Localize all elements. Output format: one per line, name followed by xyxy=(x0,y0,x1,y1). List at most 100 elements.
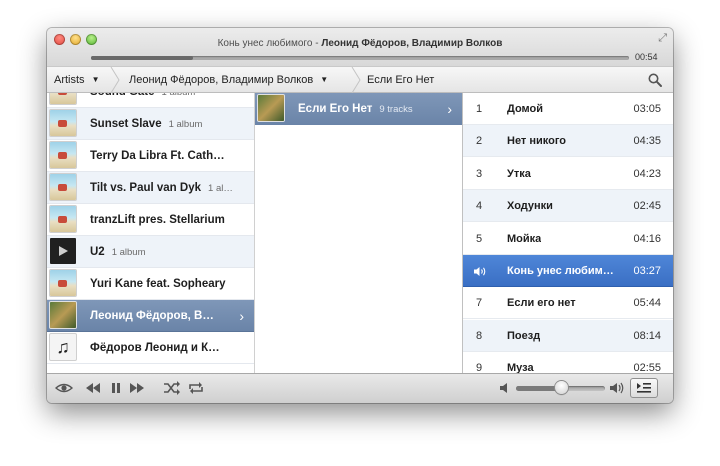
track-title: Мойка xyxy=(507,233,542,245)
volume-slider[interactable] xyxy=(516,381,605,394)
breadcrumb-artist[interactable]: Леонид Фёдоров, Владимир Волков ▼ xyxy=(129,67,328,93)
track-duration: 03:05 xyxy=(633,103,661,115)
artist-row[interactable]: ♫ Фёдоров Леонид и К… xyxy=(47,332,254,364)
artist-art xyxy=(50,110,76,136)
title-song: Конь унес любимого xyxy=(217,38,313,49)
artist-art xyxy=(50,206,76,232)
track-number: 5 xyxy=(476,233,483,245)
breadcrumb-separator xyxy=(351,67,361,93)
volume-low-icon[interactable] xyxy=(499,380,511,396)
track-number: 3 xyxy=(476,168,483,180)
search-icon[interactable] xyxy=(647,72,663,88)
artist-art xyxy=(50,270,76,296)
repeat-icon[interactable] xyxy=(187,380,205,396)
track-title: Если его нет xyxy=(507,297,576,309)
breadcrumb-separator xyxy=(110,67,120,93)
album-list[interactable]: Если Его Нет 9 tracks › xyxy=(255,93,463,373)
artist-row[interactable]: Tilt vs. Paul van Dyk 1 al… xyxy=(47,172,254,204)
artist-row[interactable]: Yuri Kane feat. Sopheary xyxy=(47,268,254,300)
artist-row[interactable]: tranzLift pres. Stellarium xyxy=(47,204,254,236)
track-number: 2 xyxy=(476,135,483,147)
track-row-playing[interactable]: Конь унес любим… 03:27 xyxy=(463,255,673,287)
queue-button[interactable] xyxy=(630,378,658,398)
track-duration: 02:45 xyxy=(633,200,661,212)
track-number: 4 xyxy=(476,200,483,212)
track-row[interactable]: 8 Поезд 08:14 xyxy=(463,320,673,352)
artist-row[interactable]: Sunset Slave 1 album xyxy=(47,108,254,140)
album-row-selected[interactable]: Если Его Нет 9 tracks › xyxy=(255,93,462,125)
artist-name: Yuri Kane feat. Sopheary xyxy=(90,278,226,290)
track-title: Конь унес любим… xyxy=(507,265,614,277)
shuffle-icon[interactable] xyxy=(163,380,181,396)
album-art xyxy=(258,95,284,121)
artist-album-count: 1 album xyxy=(111,247,146,258)
album-name: Если Его Нет 9 tracks xyxy=(298,103,413,115)
track-duration: 02:55 xyxy=(633,362,661,373)
breadcrumb: Artists ▼ Леонид Фёдоров, Владимир Волков… xyxy=(47,66,673,93)
artist-art: ♫ xyxy=(50,334,76,360)
chevron-down-icon: ▼ xyxy=(91,75,100,84)
artist-list[interactable]: Sound Gate1 album Sunset Slave1 album Terr… xyxy=(47,93,255,373)
forward-icon[interactable] xyxy=(129,380,145,396)
artist-album-count: 1 al… xyxy=(208,183,233,194)
track-list[interactable]: 1 Домой 03:05 2 Нет никого 04:35 3 Утка 04:23 4 Хо… xyxy=(463,93,673,373)
artist-album-count: 1 album xyxy=(168,119,203,130)
volume-fill xyxy=(516,386,561,391)
chevron-right-icon: › xyxy=(239,308,244,324)
track-number: 1 xyxy=(476,103,483,115)
artist-name: Tilt vs. Paul van Dyk 1 al… xyxy=(90,182,233,194)
artist-name: U2 1 album xyxy=(90,246,146,258)
track-duration: 08:14 xyxy=(633,330,661,342)
breadcrumb-artists[interactable]: Artists ▼ xyxy=(54,67,99,93)
track-row[interactable]: 5 Мойка 04:16 xyxy=(463,223,673,255)
artist-art xyxy=(50,142,76,168)
track-duration: 04:16 xyxy=(633,233,661,245)
title-bar: Конь унес любимого - Леонид Фёдоров, Вла… xyxy=(47,28,673,66)
album-track-count: 9 tracks xyxy=(379,104,413,115)
track-title: Нет никого xyxy=(507,135,567,147)
artist-art xyxy=(50,238,76,264)
title-artists: Леонид Фёдоров, Владимир Волков xyxy=(321,38,503,49)
artist-row[interactable]: Леонид Фёдоров, В… › xyxy=(47,300,254,332)
track-duration: 05:44 xyxy=(633,297,661,309)
artist-row[interactable]: Terry Da Libra Ft. Cath… xyxy=(47,140,254,172)
playback-controls xyxy=(47,373,673,403)
artist-row[interactable]: Sound Gate1 album xyxy=(47,93,254,108)
track-row[interactable]: 4 Ходунки 02:45 xyxy=(463,190,673,222)
elapsed-time: 00:54 xyxy=(635,52,658,62)
progress-fill xyxy=(91,56,194,60)
volume-high-icon[interactable] xyxy=(609,380,625,396)
fullscreen-icon[interactable]: ⤢ xyxy=(658,32,667,45)
track-number: 9 xyxy=(476,362,483,373)
progress-bar[interactable] xyxy=(91,56,629,60)
artist-art xyxy=(50,93,76,104)
track-title: Поезд xyxy=(507,330,541,342)
breadcrumb-album[interactable]: Если Его Нет xyxy=(367,67,434,93)
artist-name: tranzLift pres. Stellarium xyxy=(90,214,225,226)
volume-knob[interactable] xyxy=(554,381,568,394)
speaker-icon xyxy=(474,267,486,276)
track-row[interactable]: 7 Если его нет 05:44 xyxy=(463,287,673,319)
pause-icon[interactable] xyxy=(110,380,122,396)
artist-row[interactable]: U2 1 album xyxy=(47,236,254,268)
rewind-icon[interactable] xyxy=(85,380,101,396)
track-number: 8 xyxy=(476,330,483,342)
eye-icon[interactable] xyxy=(55,380,73,396)
artist-art xyxy=(50,174,76,200)
window-title: Конь унес любимого - Леонид Фёдоров, Вла… xyxy=(217,38,503,49)
artist-name: Sound Gate1 album xyxy=(90,93,195,109)
track-duration: 04:23 xyxy=(633,168,661,180)
artist-name: Terry Da Libra Ft. Cath… xyxy=(90,150,225,162)
track-row[interactable]: 1 Домой 03:05 xyxy=(463,93,673,125)
track-number: 7 xyxy=(476,297,483,309)
chevron-down-icon: ▼ xyxy=(320,75,329,84)
artist-art xyxy=(50,302,76,328)
track-duration: 03:27 xyxy=(633,265,661,277)
artist-name: Sunset Slave 1 album xyxy=(90,118,203,130)
artist-album-count: 1 album xyxy=(162,93,196,98)
track-row[interactable]: 3 Утка 04:23 xyxy=(463,158,673,190)
artist-name: Фёдоров Леонид и К… xyxy=(90,342,220,354)
track-row[interactable]: 2 Нет никого 04:35 xyxy=(463,125,673,157)
queue-icon xyxy=(637,383,651,393)
track-row[interactable]: 9 Муза 02:55 xyxy=(463,352,673,373)
